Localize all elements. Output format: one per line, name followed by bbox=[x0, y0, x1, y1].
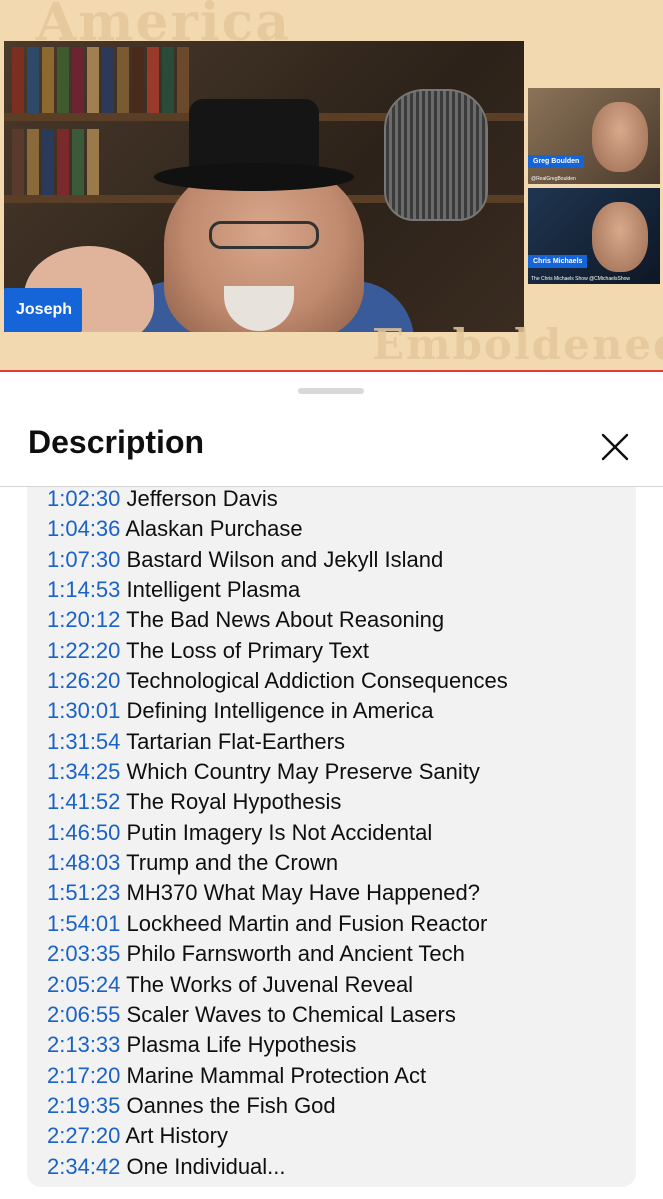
chapter-timestamp-link[interactable]: 1:20:12 bbox=[47, 607, 120, 632]
chapter-title: Trump and the Crown bbox=[126, 850, 339, 876]
participant-feed-2: Chris Michaels The Chris Michaels Show @… bbox=[528, 188, 660, 284]
close-button[interactable] bbox=[594, 426, 636, 468]
chapter-row: 2:13:33 Plasma Life Hypothesis bbox=[47, 1030, 508, 1060]
chapter-title: Which Country May Preserve Sanity bbox=[126, 759, 480, 785]
chapter-timestamp-link[interactable]: 1:34:25 bbox=[47, 759, 120, 784]
chapter-row: 2:17:20 Marine Mammal Protection Act bbox=[47, 1061, 508, 1091]
chapter-title: The Bad News About Reasoning bbox=[126, 607, 445, 633]
participant-handle: @RealGregBoulden bbox=[531, 176, 576, 182]
main-speaker-name-tag: Joseph bbox=[4, 288, 82, 332]
chapter-row: 1:07:30 Bastard Wilson and Jekyll Island bbox=[47, 545, 508, 575]
chapter-title: The Loss of Primary Text bbox=[126, 637, 370, 663]
chapter-timestamp-link[interactable]: 1:46:50 bbox=[47, 820, 120, 845]
chapter-row: 1:51:23 MH370 What May Have Happened? bbox=[47, 878, 508, 908]
chapter-row: 2:27:20 Art History bbox=[47, 1121, 508, 1151]
chapter-timestamp-link[interactable]: 1:22:20 bbox=[47, 638, 120, 663]
chapter-timestamp-link[interactable]: 2:27:20 bbox=[47, 1123, 120, 1148]
description-sheet: Description 1:02:30 Jefferson Davis 1:04:… bbox=[0, 374, 663, 1199]
chapter-row: 1:26:20 Technological Addiction Conseque… bbox=[47, 666, 508, 696]
chapter-timestamp-link[interactable]: 2:34:42 bbox=[47, 1154, 120, 1179]
top-hat-brim bbox=[154, 163, 354, 191]
chapter-timestamp-link[interactable]: 1:41:52 bbox=[47, 789, 120, 814]
chapter-row: 2:34:42 One Individual... bbox=[47, 1152, 508, 1182]
chapter-title: Jefferson Davis bbox=[126, 487, 278, 511]
chapter-title: MH370 What May Have Happened? bbox=[126, 880, 480, 906]
chapter-title: Marine Mammal Protection Act bbox=[126, 1062, 427, 1088]
chapter-timestamp-link[interactable]: 1:31:54 bbox=[47, 729, 120, 754]
description-body[interactable]: 1:02:30 Jefferson Davis 1:04:36 Alaskan P… bbox=[27, 487, 636, 1187]
chapter-timestamp-link[interactable]: 1:54:01 bbox=[47, 911, 120, 936]
chapter-row: 1:02:30 Jefferson Davis bbox=[47, 487, 508, 514]
chapter-title: Lockheed Martin and Fusion Reactor bbox=[126, 910, 488, 936]
chapter-title: Tartarian Flat-Earthers bbox=[126, 728, 345, 754]
chapter-row: 1:14:53 Intelligent Plasma bbox=[47, 575, 508, 605]
bookshelf-middle bbox=[4, 123, 99, 195]
chapter-timestamp-link[interactable]: 1:04:36 bbox=[47, 516, 120, 541]
participant-handle: The Chris Michaels Show @CMichaelsShow bbox=[531, 276, 630, 282]
chapter-timestamp-link[interactable]: 1:02:30 bbox=[47, 487, 120, 511]
watermark-bottom: Emboldened bbox=[372, 320, 663, 369]
chapter-title: The Works of Juvenal Reveal bbox=[126, 971, 414, 997]
chapter-title: Art History bbox=[125, 1123, 228, 1149]
chapter-row: 1:22:20 The Loss of Primary Text bbox=[47, 636, 508, 666]
chapter-title: The Royal Hypothesis bbox=[126, 789, 342, 815]
drag-handle[interactable] bbox=[298, 388, 364, 394]
chapter-title: Bastard Wilson and Jekyll Island bbox=[126, 546, 444, 572]
chapter-row: 1:41:52 The Royal Hypothesis bbox=[47, 787, 508, 817]
chapter-row: 2:19:35 Oannes the Fish God bbox=[47, 1091, 508, 1121]
chapter-title: Plasma Life Hypothesis bbox=[126, 1032, 357, 1058]
chapter-timestamp-link[interactable]: 2:05:24 bbox=[47, 972, 120, 997]
chapter-timestamp-link[interactable]: 2:13:33 bbox=[47, 1032, 120, 1057]
chapter-row: 1:48:03 Trump and the Crown bbox=[47, 848, 508, 878]
chapter-title: One Individual... bbox=[126, 1153, 286, 1179]
chapter-timestamp-link[interactable]: 1:30:01 bbox=[47, 698, 120, 723]
chapter-row: 2:06:55 Scaler Waves to Chemical Lasers bbox=[47, 1000, 508, 1030]
speaker-glasses bbox=[209, 221, 319, 249]
chapter-timestamp-link[interactable]: 2:06:55 bbox=[47, 1002, 120, 1027]
video-progress-bar[interactable] bbox=[0, 370, 663, 372]
chapter-row: 1:20:12 The Bad News About Reasoning bbox=[47, 605, 508, 635]
chapter-row: 1:46:50 Putin Imagery Is Not Accidental bbox=[47, 818, 508, 848]
chapter-timestamp-link[interactable]: 2:19:35 bbox=[47, 1093, 120, 1118]
chapter-timestamp-link[interactable]: 1:48:03 bbox=[47, 850, 120, 875]
chapter-row: 1:04:36 Alaskan Purchase bbox=[47, 514, 508, 544]
chapter-title: Intelligent Plasma bbox=[126, 577, 301, 603]
chapter-timestamp-link[interactable]: 1:07:30 bbox=[47, 547, 120, 572]
sheet-title: Description bbox=[28, 424, 205, 460]
chapter-title: Oannes the Fish God bbox=[126, 1092, 336, 1118]
participant-name-tag: Chris Michaels bbox=[528, 255, 588, 268]
main-speaker-feed bbox=[4, 41, 524, 332]
chapter-title: Scaler Waves to Chemical Lasers bbox=[126, 1001, 456, 1027]
chapter-row: 2:03:35 Philo Farnsworth and Ancient Tec… bbox=[47, 939, 508, 969]
participant-name-tag: Greg Boulden bbox=[528, 155, 585, 168]
chapter-row: 1:31:54 Tartarian Flat-Earthers bbox=[47, 727, 508, 757]
chapter-timestamp-link[interactable]: 2:03:35 bbox=[47, 941, 120, 966]
chapter-timestamp-link[interactable]: 1:51:23 bbox=[47, 880, 120, 905]
video-player[interactable]: America Joseph Greg Boulden @RealGregBou… bbox=[0, 0, 663, 372]
chapter-row: 1:34:25 Which Country May Preserve Sanit… bbox=[47, 757, 508, 787]
chapter-timestamp-link[interactable]: 1:26:20 bbox=[47, 668, 120, 693]
participant-face bbox=[592, 202, 648, 272]
chapter-timestamp-link[interactable]: 1:14:53 bbox=[47, 577, 120, 602]
chapter-title: Alaskan Purchase bbox=[125, 516, 303, 542]
microphone bbox=[384, 89, 488, 221]
chapter-title: Philo Farnsworth and Ancient Tech bbox=[126, 941, 465, 967]
chapter-title: Defining Intelligence in America bbox=[126, 698, 434, 724]
chapter-row: 2:05:24 The Works of Juvenal Reveal bbox=[47, 970, 508, 1000]
participant-feed-1: Greg Boulden @RealGregBoulden bbox=[528, 88, 660, 184]
chapter-row: 1:30:01 Defining Intelligence in America bbox=[47, 696, 508, 726]
chapter-list: 1:02:30 Jefferson Davis 1:04:36 Alaskan P… bbox=[47, 487, 508, 1182]
close-icon bbox=[601, 433, 629, 461]
participant-face bbox=[592, 102, 648, 172]
chapter-row: 1:54:01 Lockheed Martin and Fusion React… bbox=[47, 909, 508, 939]
chapter-title: Technological Addiction Consequences bbox=[126, 668, 508, 694]
chapter-title: Putin Imagery Is Not Accidental bbox=[126, 819, 433, 845]
chapter-timestamp-link[interactable]: 2:17:20 bbox=[47, 1063, 120, 1088]
bookshelf-top bbox=[4, 41, 189, 113]
